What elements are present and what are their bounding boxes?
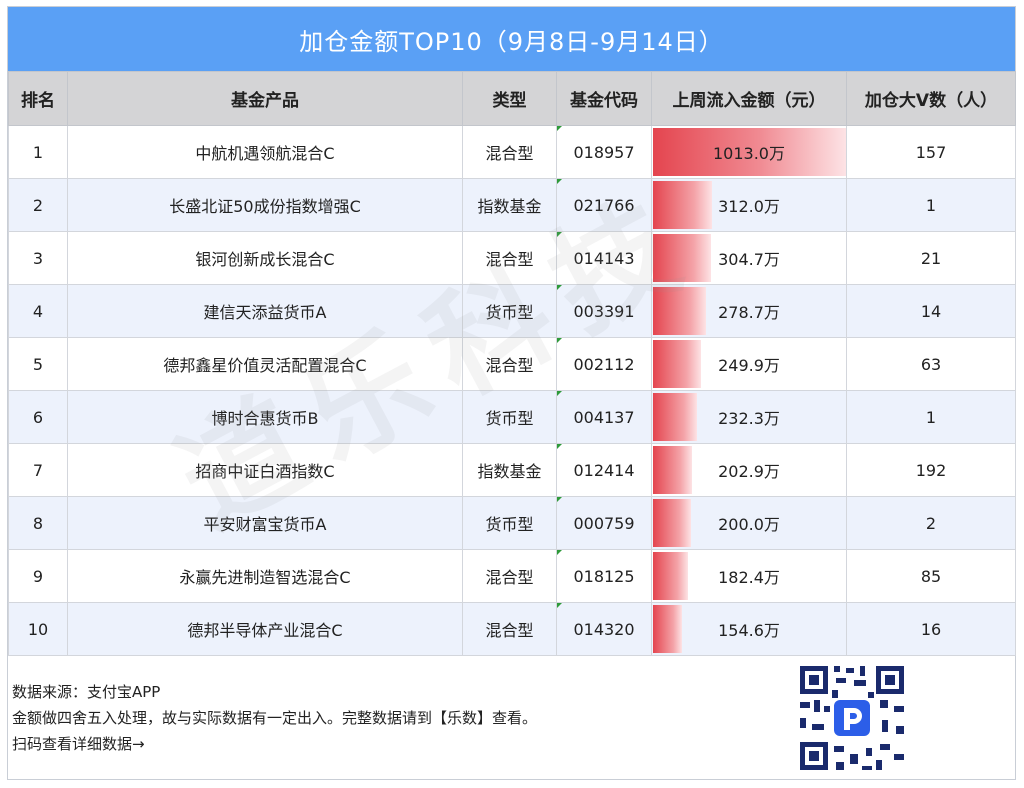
header-amount: 上周流入金额（元）: [651, 71, 847, 126]
users-cell: 21: [846, 231, 1016, 285]
product-cell: 长盛北证50成份指数增强C: [67, 178, 463, 232]
amount-label: 154.6万: [718, 621, 780, 640]
type-cell: 货币型: [462, 284, 557, 338]
amount-cell: 202.9万: [651, 443, 847, 497]
rank-cell: 10: [8, 602, 68, 656]
rank-cell: 6: [8, 390, 68, 444]
product-cell: 德邦鑫星价值灵活配置混合C: [67, 337, 463, 391]
table-row: 10 德邦半导体产业混合C 混合型 014320 154.6万 16: [8, 602, 1016, 656]
scan-note: 扫码查看详细数据→: [12, 735, 145, 753]
amount-label: 1013.0万: [713, 144, 785, 163]
product-cell: 博时合惠货币B: [67, 390, 463, 444]
amount-cell: 232.3万: [651, 390, 847, 444]
page-title: 加仓金额TOP10（9月8日-9月14日）: [8, 7, 1015, 71]
code-cell: 004137: [556, 390, 652, 444]
rank-cell: 3: [8, 231, 68, 285]
amount-cell: 249.9万: [651, 337, 847, 391]
amount-label: 278.7万: [718, 303, 780, 322]
amount-label: 202.9万: [718, 462, 780, 481]
amount-cell: 278.7万: [651, 284, 847, 338]
amount-cell: 154.6万: [651, 602, 847, 656]
code-cell: 012414: [556, 443, 652, 497]
table-row: 1 中航机遇领航混合C 混合型 018957 1013.0万 157: [8, 125, 1016, 179]
code-cell: 003391: [556, 284, 652, 338]
rank-cell: 2: [8, 178, 68, 232]
product-cell: 中航机遇领航混合C: [67, 125, 463, 179]
product-cell: 银河创新成长混合C: [67, 231, 463, 285]
code-cell: 000759: [556, 496, 652, 550]
table-row: 4 建信天添益货币A 货币型 003391 278.7万 14: [8, 284, 1016, 338]
code-cell: 018125: [556, 549, 652, 603]
users-cell: 63: [846, 337, 1016, 391]
type-cell: 货币型: [462, 390, 557, 444]
code-cell: 018957: [556, 125, 652, 179]
ranking-card: 加仓金额TOP10（9月8日-9月14日） 排名 基金产品 类型 基金代码 上周…: [7, 6, 1016, 780]
amount-cell: 304.7万: [651, 231, 847, 285]
type-cell: 指数基金: [462, 178, 557, 232]
product-cell: 平安财富宝货币A: [67, 496, 463, 550]
code-cell: 014143: [556, 231, 652, 285]
users-cell: 157: [846, 125, 1016, 179]
header-users: 加仓大V数（人）: [846, 71, 1016, 126]
ranking-table: 排名 基金产品 类型 基金代码 上周流入金额（元） 加仓大V数（人） 1 中航机遇…: [8, 71, 1016, 656]
users-cell: 2: [846, 496, 1016, 550]
product-cell: 永赢先进制造智选混合C: [67, 549, 463, 603]
table-row: 8 平安财富宝货币A 货币型 000759 200.0万 2: [8, 496, 1016, 550]
rank-cell: 9: [8, 549, 68, 603]
users-cell: 14: [846, 284, 1016, 338]
header-type: 类型: [462, 71, 557, 126]
users-cell: 1: [846, 390, 1016, 444]
product-cell: 招商中证白酒指数C: [67, 443, 463, 497]
header-code: 基金代码: [556, 71, 652, 126]
footer-notes: 数据来源：支付宝APP 金额做四舍五入处理，故与实际数据有一定出入。完整数据请到…: [12, 679, 537, 757]
amount-label: 312.0万: [718, 197, 780, 216]
source-note: 数据来源：支付宝APP: [12, 683, 161, 701]
amount-cell: 182.4万: [651, 549, 847, 603]
qr-code-icon[interactable]: [796, 662, 908, 774]
rank-cell: 7: [8, 443, 68, 497]
code-cell: 021766: [556, 178, 652, 232]
amount-label: 249.9万: [718, 356, 780, 375]
header-rank: 排名: [8, 71, 68, 126]
rounding-note: 金额做四舍五入处理，故与实际数据有一定出入。完整数据请到【乐数】查看。: [12, 709, 538, 727]
rank-cell: 8: [8, 496, 68, 550]
type-cell: 混合型: [462, 337, 557, 391]
table-row: 5 德邦鑫星价值灵活配置混合C 混合型 002112 249.9万 63: [8, 337, 1016, 391]
product-cell: 建信天添益货币A: [67, 284, 463, 338]
table-row: 9 永赢先进制造智选混合C 混合型 018125 182.4万 85: [8, 549, 1016, 603]
rank-cell: 4: [8, 284, 68, 338]
amount-cell: 1013.0万: [651, 125, 847, 179]
table-row: 6 博时合惠货币B 货币型 004137 232.3万 1: [8, 390, 1016, 444]
header-product: 基金产品: [67, 71, 463, 126]
rank-cell: 5: [8, 337, 68, 391]
table-header-row: 排名 基金产品 类型 基金代码 上周流入金额（元） 加仓大V数（人）: [8, 71, 1016, 126]
type-cell: 混合型: [462, 549, 557, 603]
table-row: 3 银河创新成长混合C 混合型 014143 304.7万 21: [8, 231, 1016, 285]
amount-cell: 200.0万: [651, 496, 847, 550]
type-cell: 混合型: [462, 231, 557, 285]
type-cell: 混合型: [462, 602, 557, 656]
type-cell: 货币型: [462, 496, 557, 550]
amount-label: 182.4万: [718, 568, 780, 587]
users-cell: 192: [846, 443, 1016, 497]
code-cell: 014320: [556, 602, 652, 656]
code-cell: 002112: [556, 337, 652, 391]
amount-label: 304.7万: [718, 250, 780, 269]
amount-label: 200.0万: [718, 515, 780, 534]
type-cell: 混合型: [462, 125, 557, 179]
product-cell: 德邦半导体产业混合C: [67, 602, 463, 656]
type-cell: 指数基金: [462, 443, 557, 497]
rank-cell: 1: [8, 125, 68, 179]
users-cell: 16: [846, 602, 1016, 656]
table-row: 2 长盛北证50成份指数增强C 指数基金 021766 312.0万 1: [8, 178, 1016, 232]
amount-cell: 312.0万: [651, 178, 847, 232]
amount-label: 232.3万: [718, 409, 780, 428]
users-cell: 85: [846, 549, 1016, 603]
table-row: 7 招商中证白酒指数C 指数基金 012414 202.9万 192: [8, 443, 1016, 497]
users-cell: 1: [846, 178, 1016, 232]
